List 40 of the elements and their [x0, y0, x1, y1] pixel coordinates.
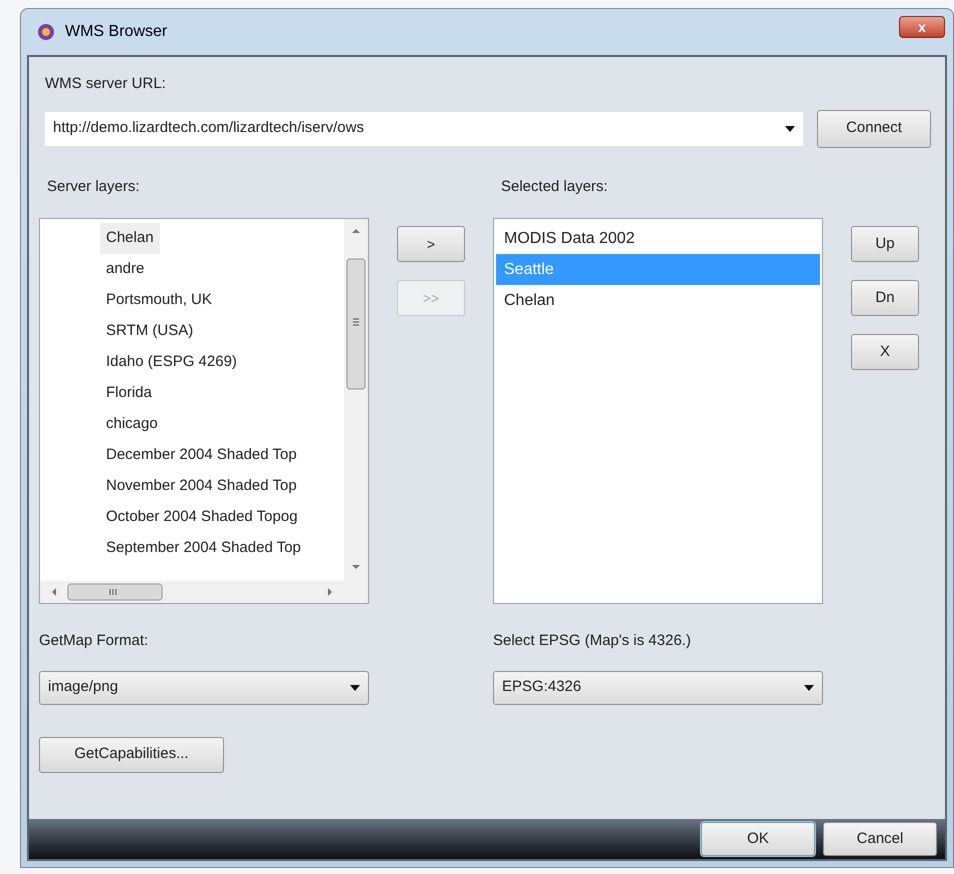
list-item[interactable]: chicago: [100, 409, 344, 440]
window-title: WMS Browser: [65, 22, 168, 42]
add-layer-button[interactable]: >: [397, 226, 465, 262]
url-value: http://demo.lizardtech.com/lizardtech/iserv/ows: [53, 118, 364, 138]
url-field[interactable]: http://demo.lizardtech.com/lizardtech/iserv/ows: [45, 112, 803, 146]
list-item[interactable]: September 2004 Shaded Top: [100, 533, 344, 564]
dropdown-value: image/png: [48, 677, 118, 698]
dropdown-arrow-icon: [785, 126, 795, 132]
vertical-scrollbar[interactable]: [344, 219, 368, 581]
field-label: Selected layers:: [501, 176, 608, 196]
order-button[interactable]: X: [851, 334, 919, 370]
list-item[interactable]: Chelan: [496, 285, 820, 316]
get-capabilities-button[interactable]: GetCapabilities...: [39, 736, 224, 772]
dropdown-arrow-icon: [804, 684, 814, 690]
list-item[interactable]: andre: [100, 254, 344, 285]
list-item[interactable]: Idaho (ESPG 4269): [100, 347, 344, 378]
close-button[interactable]: x: [899, 16, 945, 38]
field-label: Select EPSG (Map's is 4326.): [493, 631, 692, 651]
list-item[interactable]: Portsmouth, UK: [100, 285, 344, 316]
order-button[interactable]: Up: [851, 226, 919, 262]
dropdown-value: EPSG:4326: [502, 677, 582, 698]
horizontal-scrollbar[interactable]: [40, 581, 368, 603]
dropdown[interactable]: EPSG:4326: [493, 670, 823, 704]
list-item[interactable]: October 2004 Shaded Topog: [100, 502, 344, 533]
list-item[interactable]: Chelan: [100, 223, 160, 254]
list-item[interactable]: SRTM (USA): [100, 316, 344, 347]
connect-button[interactable]: Connect: [817, 110, 931, 148]
list-item[interactable]: Florida: [100, 378, 344, 409]
list-item[interactable]: MODIS Data 2002: [496, 223, 820, 254]
dropdown-arrow-icon: [350, 684, 360, 690]
field-label: Server layers:: [47, 176, 141, 196]
field-label: WMS server URL:: [45, 74, 167, 94]
list-item[interactable]: November 2004 Shaded Top: [100, 471, 344, 502]
dropdown[interactable]: image/png: [39, 670, 369, 704]
dialog-button[interactable]: OK: [701, 822, 815, 856]
list-item[interactable]: December 2004 Shaded Top: [100, 440, 344, 471]
field-label: GetMap Format:: [39, 631, 150, 651]
dialog-button[interactable]: Cancel: [823, 822, 937, 856]
order-button[interactable]: Dn: [851, 280, 919, 316]
app-icon: [37, 23, 55, 41]
